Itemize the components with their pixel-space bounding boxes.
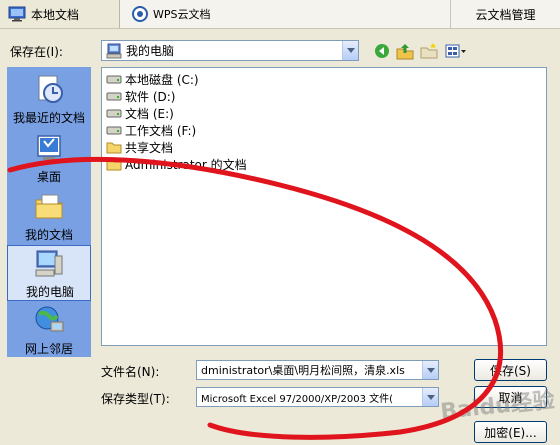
file-name: 工作文档 (F:) [125, 123, 197, 138]
list-item[interactable]: 共享文档 [106, 139, 173, 155]
encrypt-button[interactable]: 加密(E)... [474, 421, 547, 443]
network-places-icon [33, 304, 65, 336]
list-item[interactable]: 本地磁盘 (C:) [106, 71, 199, 87]
list-item[interactable]: Administrator 的文档 [106, 156, 247, 172]
place-desktop[interactable]: 桌面 [7, 130, 91, 186]
view-menu-button[interactable] [444, 42, 468, 60]
file-name: 文档 (E:) [125, 106, 174, 121]
place-my-computer[interactable]: 我的电脑 [7, 245, 91, 301]
back-arrow-icon [374, 43, 390, 59]
drive-icon [106, 124, 122, 136]
file-name: 本地磁盘 (C:) [125, 72, 199, 87]
places-bar: 我最近的文档 桌面 我的文档 我的电脑 网上邻居 [7, 67, 91, 357]
drive-icon [106, 90, 122, 102]
place-label: 网上邻居 [24, 342, 73, 356]
file-list[interactable]: 本地磁盘 (C:) 软件 (D:) 文档 (E:) 工作文档 (F:) 共享文档… [101, 67, 547, 346]
my-computer-icon [33, 248, 65, 280]
my-computer-icon [106, 43, 122, 59]
tab-label: 云文档管理 [475, 7, 536, 22]
drive-icon [106, 73, 122, 85]
list-item[interactable]: 文档 (E:) [106, 105, 174, 121]
recent-documents-icon [33, 73, 65, 105]
list-item[interactable]: 软件 (D:) [106, 88, 175, 104]
tab-local-documents[interactable]: 本地文档 [0, 0, 120, 28]
place-my-documents[interactable]: 我的文档 [7, 188, 91, 244]
filetype-label: 保存类型(T): [101, 392, 170, 406]
save-button[interactable]: 保存(S) [474, 359, 547, 381]
chevron-down-icon[interactable] [342, 41, 358, 60]
tab-label: 本地文档 [31, 7, 80, 22]
place-label: 我的电脑 [25, 285, 74, 299]
cancel-button[interactable]: 取消 [474, 386, 547, 408]
tab-cloud-manage[interactable]: 云文档管理 [450, 0, 560, 28]
monitor-icon [8, 6, 26, 22]
back-button[interactable] [373, 42, 391, 60]
file-name: 软件 (D:) [125, 89, 176, 104]
tab-bar: 本地文档 WPS云文档 云文档管理 [0, 0, 560, 29]
file-name: Administrator 的文档 [125, 157, 247, 172]
filename-label: 文件名(N): [101, 365, 160, 379]
list-item[interactable]: 工作文档 (F:) [106, 122, 196, 138]
my-documents-icon [33, 190, 65, 222]
wps-cloud-icon [132, 6, 148, 22]
place-label: 桌面 [36, 170, 61, 184]
drive-icon [106, 107, 122, 119]
up-folder-icon [396, 42, 414, 60]
place-label: 我最近的文档 [12, 111, 85, 125]
tab-label: WPS云文档 [153, 8, 211, 21]
chevron-down-icon[interactable] [422, 388, 438, 406]
place-label: 我的文档 [24, 228, 73, 242]
up-folder-button[interactable] [396, 42, 414, 60]
filename-value: dministrator\桌面\明月松间照，清泉.xls [201, 364, 405, 377]
filetype-select[interactable]: Microsoft Excel 97/2000/XP/2003 文件( [196, 387, 439, 407]
place-recent-documents[interactable]: 我最近的文档 [7, 71, 91, 127]
new-folder-icon [420, 42, 438, 60]
tab-wps-cloud[interactable]: WPS云文档 [124, 0, 219, 28]
save-in-combo[interactable]: 我的电脑 [101, 40, 359, 61]
filename-input[interactable]: dministrator\桌面\明月松间照，清泉.xls [196, 360, 439, 380]
new-folder-button[interactable] [420, 42, 438, 60]
desktop-icon [33, 132, 65, 164]
save-in-label: 保存在(I): [10, 45, 63, 59]
file-name: 共享文档 [125, 140, 174, 155]
folder-icon [106, 157, 122, 171]
chevron-down-icon[interactable] [422, 361, 438, 379]
view-grid-icon [445, 43, 467, 59]
folder-icon [106, 140, 122, 154]
save-in-value: 我的电脑 [126, 44, 175, 58]
filetype-value: Microsoft Excel 97/2000/XP/2003 文件( [201, 393, 394, 405]
place-network[interactable]: 网上邻居 [7, 302, 91, 358]
